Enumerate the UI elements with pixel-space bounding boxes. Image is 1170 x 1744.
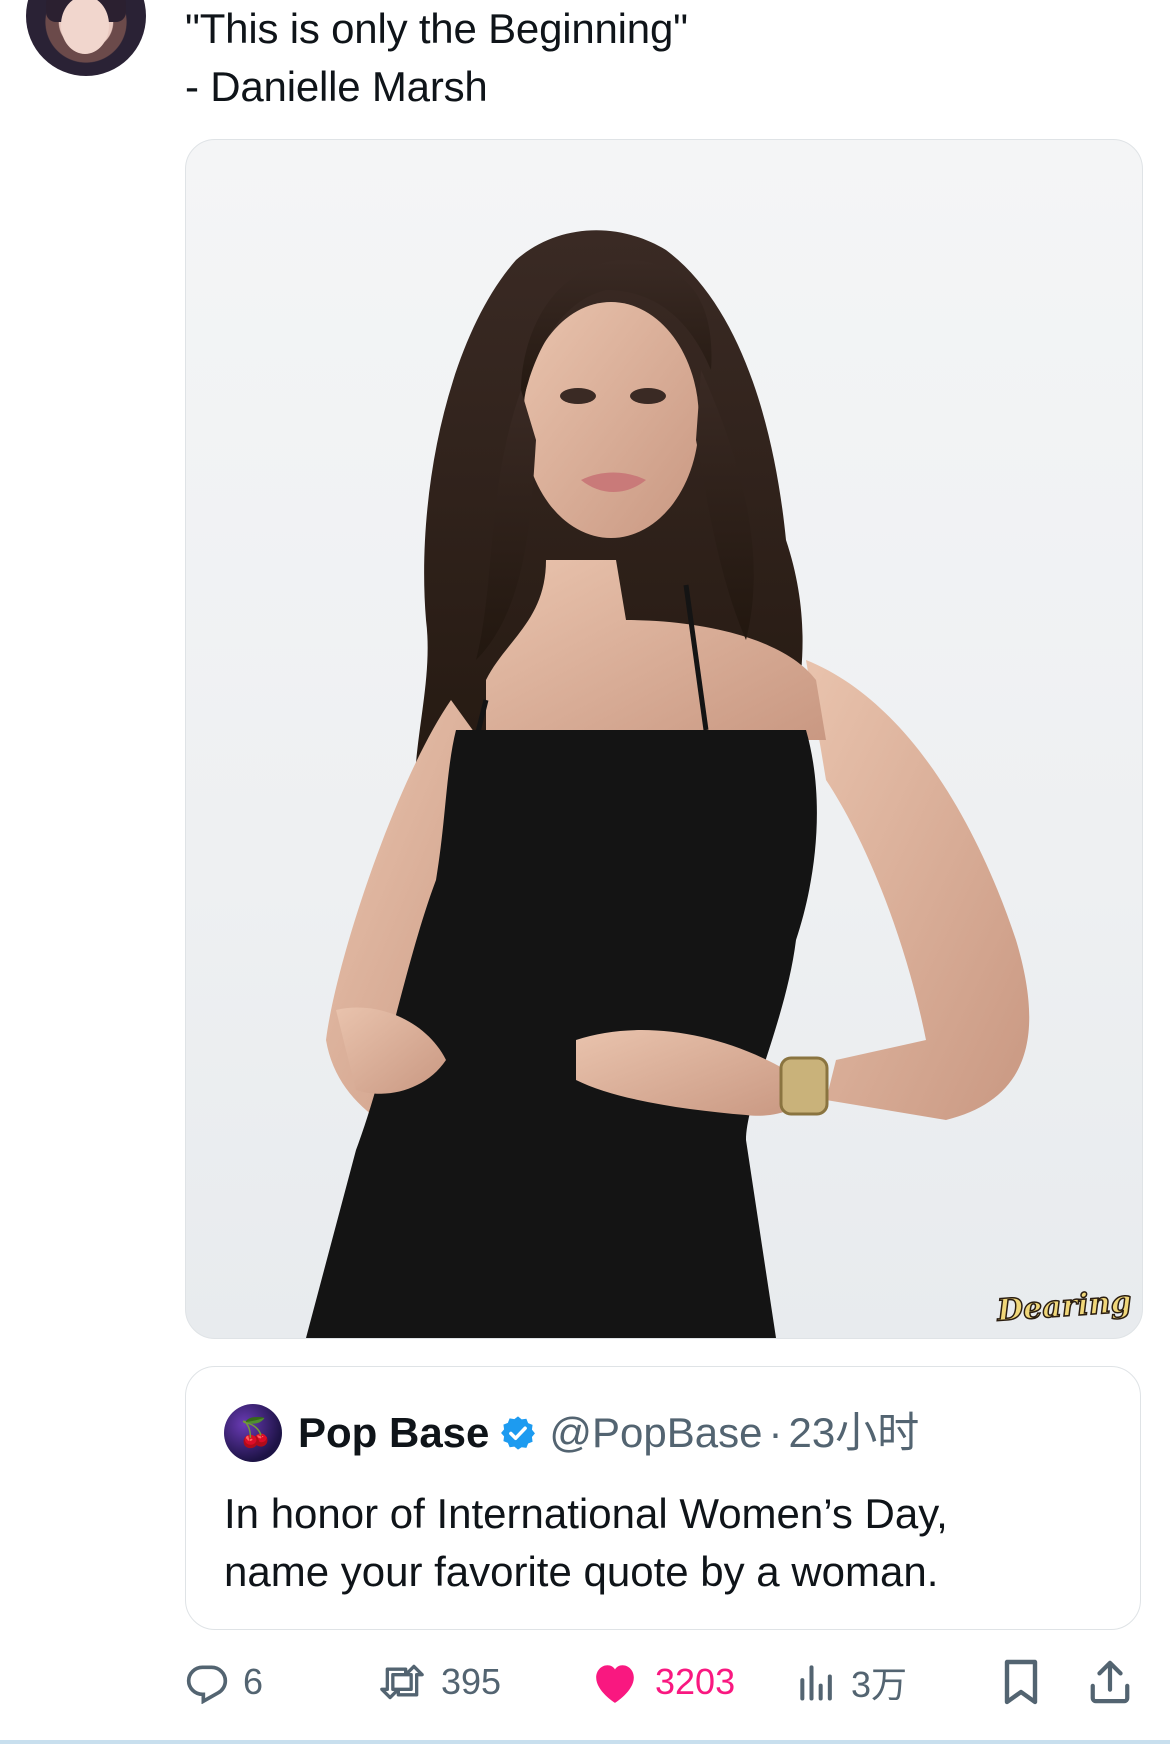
quoted-author-name[interactable]: Pop Base	[298, 1407, 489, 1459]
avatar-face	[61, 0, 109, 54]
separator-dot: ·	[768, 1409, 783, 1456]
retweet-button[interactable]: 395	[377, 1650, 501, 1714]
quoted-tweet-body: In honor of International Women’s Day, n…	[224, 1485, 948, 1601]
bottom-divider	[0, 1740, 1170, 1744]
quoted-tweet-time[interactable]: 23小时	[789, 1407, 920, 1459]
retweet-count: 395	[441, 1661, 502, 1702]
reply-button[interactable]: 6	[185, 1650, 263, 1714]
quoted-tweet-header: Pop Base @PopBase · 23小时	[298, 1407, 919, 1459]
like-count: 3203	[655, 1661, 736, 1702]
reply-count: 6	[243, 1661, 264, 1702]
like-icon	[589, 1659, 641, 1705]
quoted-tweet[interactable]: 🍒 Pop Base @PopBase · 23小时 In honor of I…	[185, 1366, 1141, 1630]
tweet-photo[interactable]: Dearing	[185, 139, 1143, 1339]
tweet-text-line-1: "This is only the Beginning"	[185, 5, 688, 52]
views-count: 3万	[851, 1664, 908, 1705]
quoted-tweet-body-line-2: name your favorite quote by a woman.	[224, 1548, 939, 1595]
verified-badge-icon	[499, 1414, 537, 1452]
cherry-icon: 🍒	[238, 1417, 273, 1448]
share-icon	[1087, 1658, 1133, 1706]
tweet-text-line-2: - Danielle Marsh	[185, 63, 488, 110]
views-icon	[797, 1660, 837, 1704]
photo-illustration	[306, 230, 1030, 1338]
bookmark-icon	[999, 1658, 1043, 1706]
tweet-text: "This is only the Beginning" - Danielle …	[185, 0, 688, 116]
like-button[interactable]: 3203	[589, 1650, 735, 1714]
share-button[interactable]	[1087, 1650, 1133, 1714]
author-avatar[interactable]	[26, 0, 146, 76]
quoted-author-handle[interactable]: @PopBase	[549, 1407, 762, 1459]
retweet-icon	[377, 1660, 427, 1704]
reply-icon	[185, 1660, 229, 1704]
quoted-tweet-body-line-1: In honor of International Women’s Day,	[224, 1490, 948, 1537]
quoted-tweet-avatar[interactable]: 🍒	[224, 1404, 282, 1462]
bookmark-button[interactable]	[999, 1650, 1043, 1714]
tweet-action-bar: 6 395 3203 3万	[185, 1650, 1141, 1714]
views-button[interactable]: 3万	[797, 1650, 907, 1714]
